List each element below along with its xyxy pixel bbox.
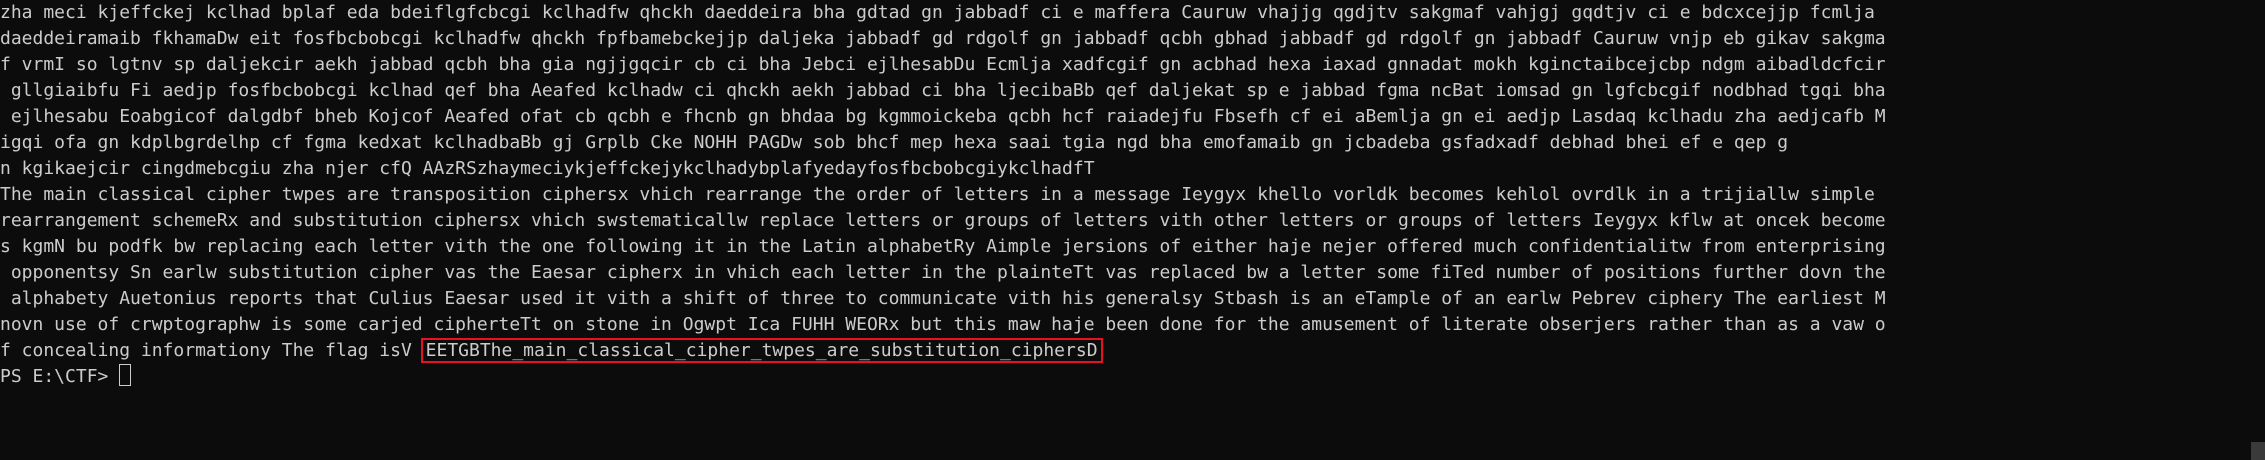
prompt-text: PS E:\CTF> xyxy=(0,366,120,387)
text-cursor[interactable] xyxy=(119,364,132,386)
scrollbar[interactable] xyxy=(2251,0,2265,460)
output-line-9: rearrangement schemeRx and substitution … xyxy=(0,210,1886,231)
flag-line-prefix: f concealing informationy The flag isV xyxy=(0,340,423,361)
output-line-3: f vrmI so lgtnv sp daljekcir aekh jabbad… xyxy=(0,54,1886,75)
output-line-4: gllgiaibfu Fi aedjp fosfbcbobcgi kclhad … xyxy=(0,80,1886,101)
output-line-8: The main classical cipher twpes are tran… xyxy=(0,184,1875,205)
output-line-5: ejlhesabu Eoabgicof dalgdbf bheb Kojcof … xyxy=(0,106,1886,127)
output-line-flag: f concealing informationy The flag isV E… xyxy=(0,338,2265,364)
terminal-window[interactable]: zha meci kjeffckej kclhad bplaf eda bdei… xyxy=(0,0,2265,460)
output-line-6: igqi ofa gn kdplbgrdelhp cf fgma kedxat … xyxy=(0,132,1789,153)
output-line-1: zha meci kjeffckej kclhad bplaf eda bdei… xyxy=(0,2,1875,23)
output-line-13: novn use of crwptographw is some carjed … xyxy=(0,314,1886,335)
flag-highlight-box: EETGBThe_main_classical_cipher_twpes_are… xyxy=(420,338,1103,363)
scrollbar-thumb[interactable] xyxy=(2251,442,2265,460)
output-line-11: opponentsy Sn earlw substitution cipher … xyxy=(0,262,1886,283)
output-line-2: daeddeiramaib fkhamaDw eit fosfbcbobcgi … xyxy=(0,28,1886,49)
output-line-12: alphabety Auetonius reports that Culius … xyxy=(0,288,1886,309)
prompt-line[interactable]: PS E:\CTF> xyxy=(0,364,2265,390)
output-line-10: s kgmN bu podfk bw replacing each letter… xyxy=(0,236,1886,257)
output-line-7: n kgikaejcir cingdmebcgiu zha njer cfQ A… xyxy=(0,158,1095,179)
